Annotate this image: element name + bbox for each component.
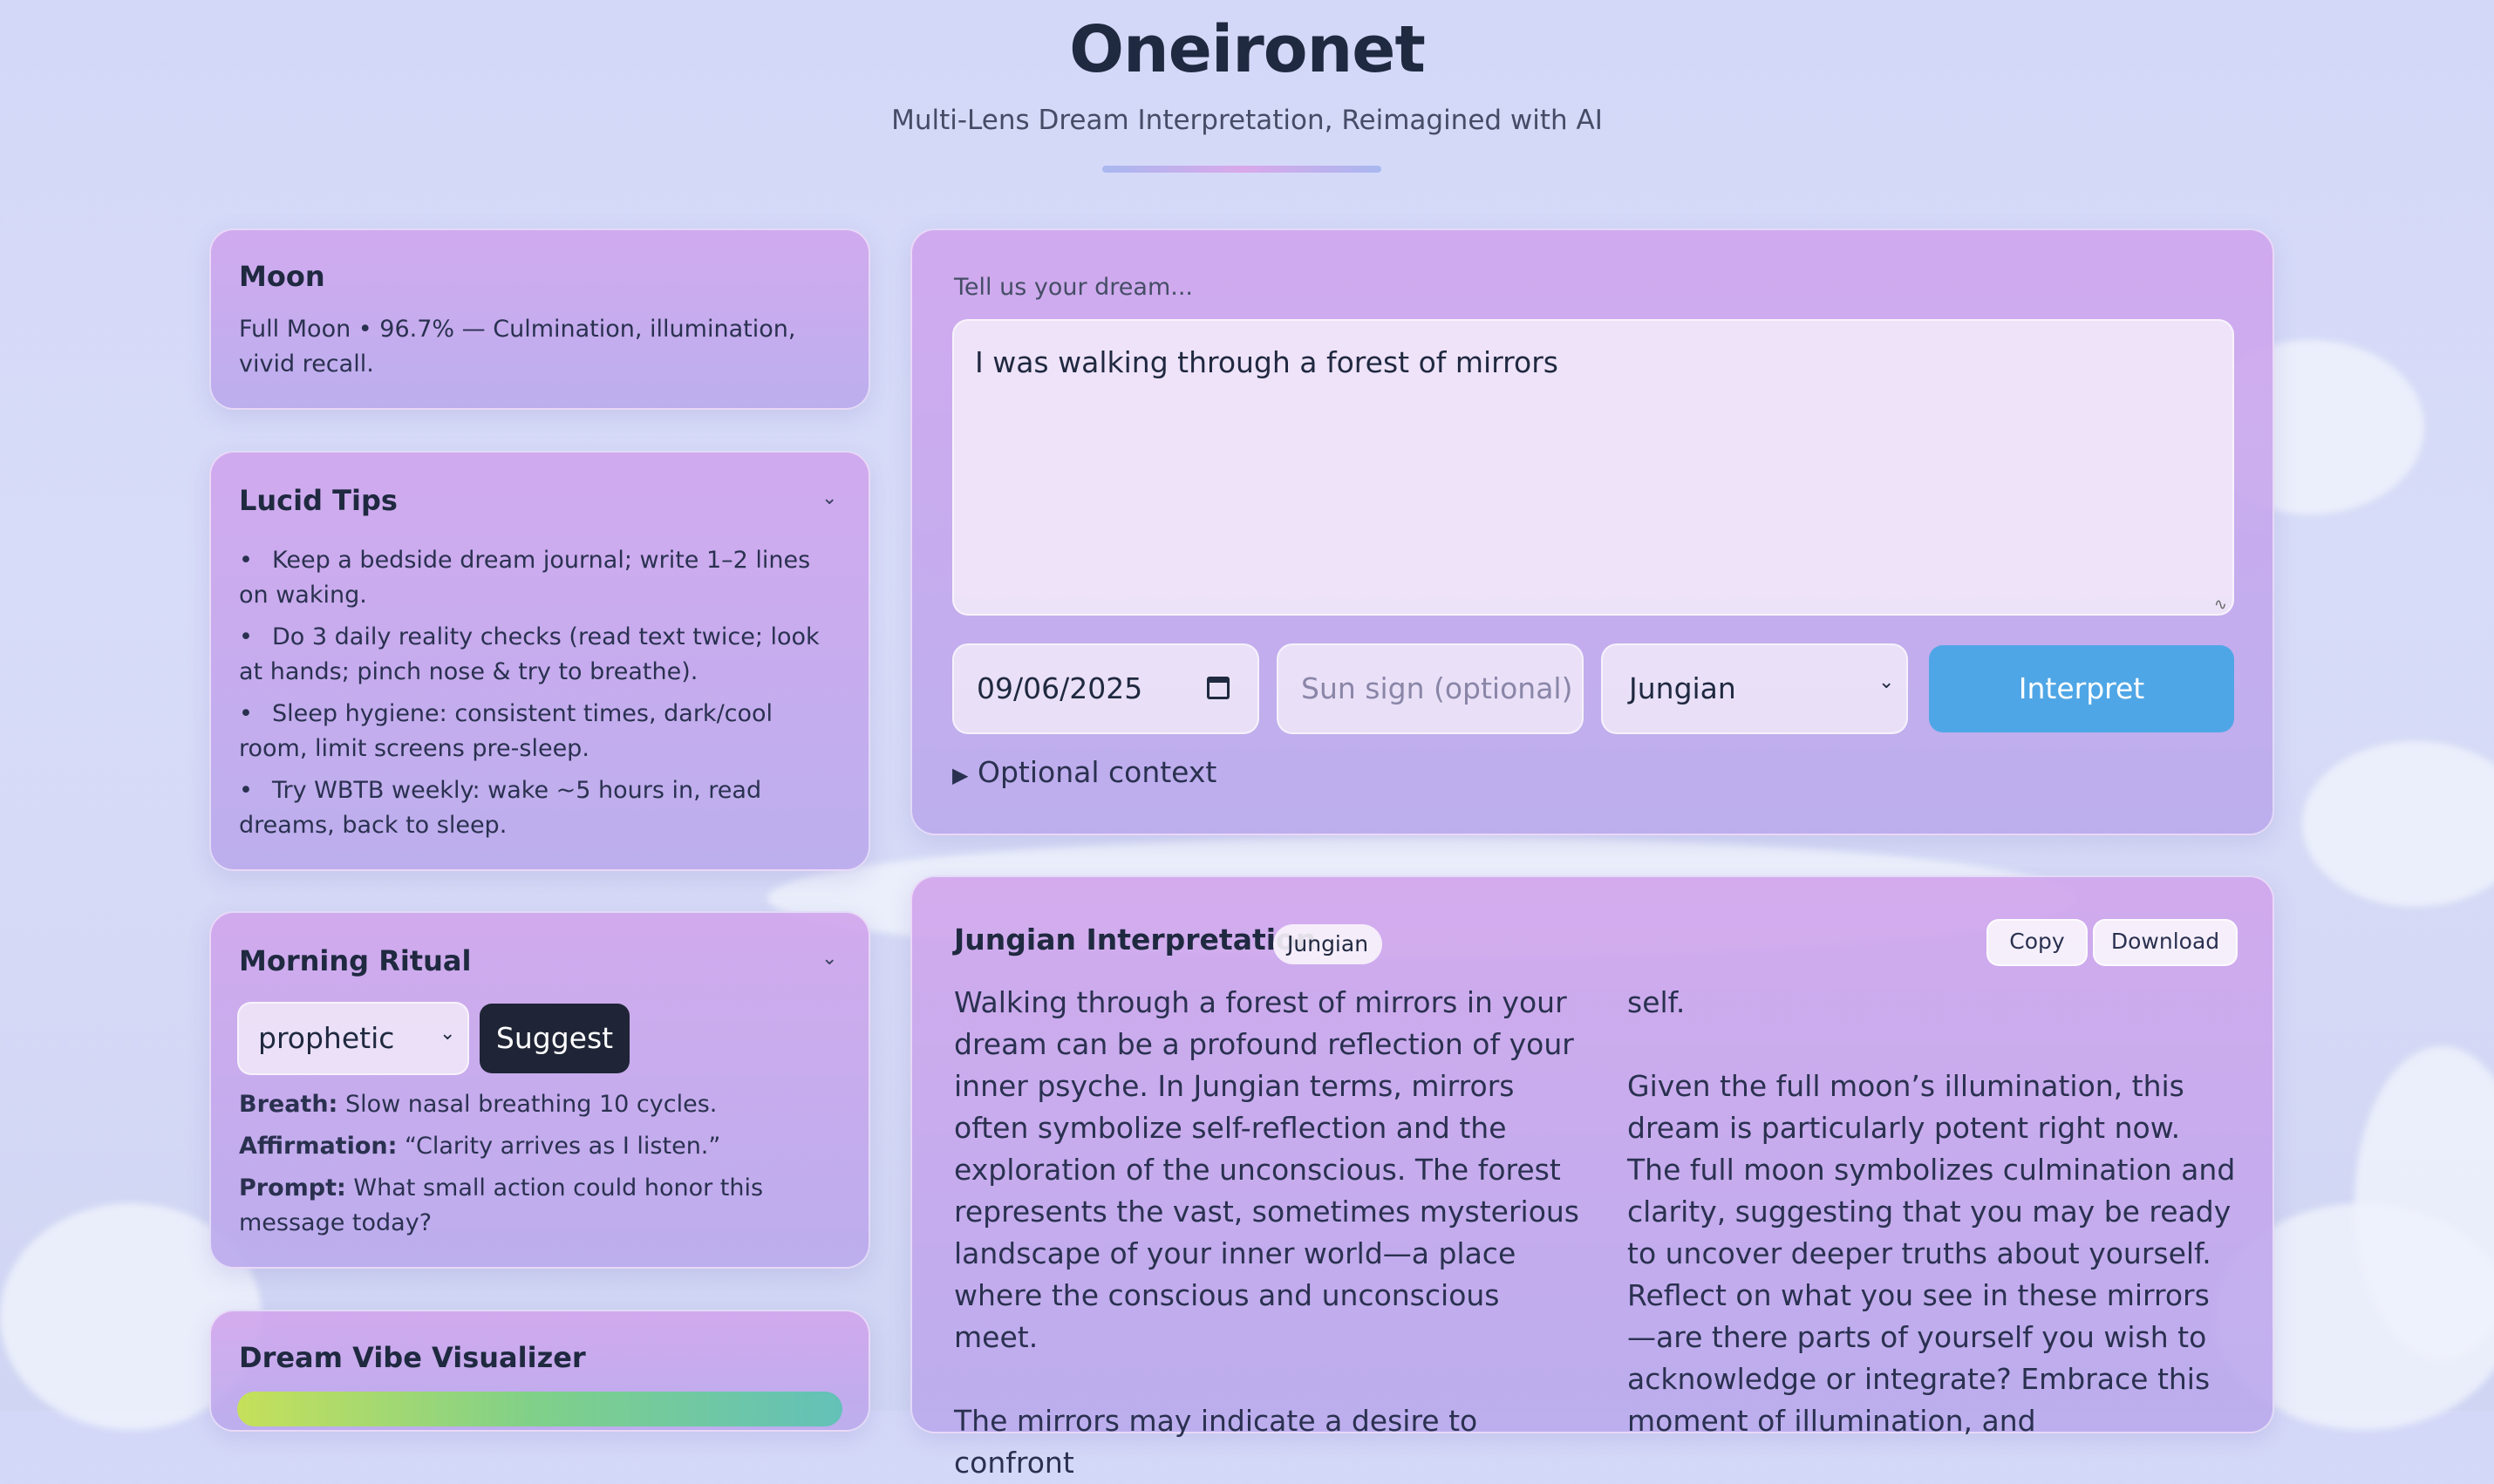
suggest-button[interactable]: Suggest <box>480 1004 630 1073</box>
list-item: • Sleep hygiene: consistent times, dark/c… <box>239 700 773 762</box>
list-item: • Do 3 daily reality checks (read text tw… <box>239 623 820 685</box>
tip-text: Keep a bedside dream journal; write 1–2 … <box>239 547 811 609</box>
interpretation-column-2: self. Given the full moon’s illumination… <box>1627 982 2238 1442</box>
breath-label: Breath: <box>239 1091 338 1118</box>
sun-sign-placeholder: Sun sign (optional) <box>1301 671 1573 705</box>
ritual-mood-value: prophetic <box>258 1021 395 1055</box>
dream-input-card: Tell us your dream... I was walking thro… <box>910 228 2274 835</box>
ritual-mood-select[interactable]: prophetic ⌄ <box>237 1002 469 1075</box>
copy-button[interactable]: Copy <box>1986 919 2088 966</box>
dream-vibe-visualizer-title: Dream Vibe Visualizer <box>239 1341 586 1374</box>
download-button[interactable]: Download <box>2093 919 2238 966</box>
tip-text: Do 3 daily reality checks (read text twi… <box>239 623 820 685</box>
app-title: Oneironet <box>1069 12 1426 87</box>
affirmation-text: “Clarity arrives as I listen.” <box>405 1133 721 1160</box>
resize-handle-icon[interactable]: ∿ <box>2214 596 2227 614</box>
lens-badge: Jungian <box>1273 924 1383 964</box>
dream-vibe-visualizer-card: Dream Vibe Visualizer <box>209 1310 870 1432</box>
ritual-affirmation: Affirmation: “Clarity arrives as I liste… <box>239 1129 849 1164</box>
dream-input-label: Tell us your dream... <box>954 274 1194 301</box>
interpretation-paragraph: Given the full moon’s illumination, this… <box>1627 1069 2236 1438</box>
moon-card: Moon Full Moon • 96.7% — Culmination, il… <box>209 228 870 410</box>
chevron-down-icon[interactable]: ⌄ <box>821 948 837 970</box>
interpret-button[interactable]: Interpret <box>1929 645 2234 732</box>
lucid-tips-title: Lucid Tips <box>239 484 398 517</box>
morning-ritual-card: Morning Ritual ⌄ prophetic ⌄ Suggest Bre… <box>209 911 870 1269</box>
tip-text: Try WBTB weekly: wake ~5 hours in, read … <box>239 777 762 839</box>
chevron-down-icon: ⌄ <box>1878 671 1895 693</box>
app-subtitle: Multi-Lens Dream Interpretation, Reimagi… <box>891 105 1603 136</box>
vibe-gradient-bar <box>237 1392 842 1426</box>
chevron-down-icon: ⌄ <box>440 1023 456 1045</box>
calendar-icon[interactable] <box>1207 677 1230 699</box>
title-underline <box>1102 166 1381 173</box>
optional-context-label: Optional context <box>977 755 1217 789</box>
list-item: • Try WBTB weekly: wake ~5 hours in, read… <box>239 777 762 839</box>
breath-text: Slow nasal breathing 10 cycles. <box>344 1091 718 1118</box>
moon-phase-text: Full Moon • 96.7% — Culmination, illumin… <box>239 316 796 378</box>
ritual-breath: Breath: Slow nasal breathing 10 cycles. <box>239 1087 849 1122</box>
affirmation-label: Affirmation: <box>239 1133 398 1160</box>
dream-textarea[interactable]: I was walking through a forest of mirror… <box>952 319 2234 616</box>
sun-sign-input[interactable]: Sun sign (optional) <box>1277 643 1584 734</box>
dream-date-input[interactable]: 09/06/2025 <box>952 643 1259 734</box>
background-cloud <box>2302 741 2494 907</box>
caret-right-icon: ▶ <box>952 763 969 787</box>
lens-value: Jungian <box>1629 671 1736 705</box>
interpretation-paragraph: The mirrors may indicate a desire to con… <box>954 1404 1478 1480</box>
chevron-down-icon[interactable]: ⌄ <box>821 487 837 509</box>
interpretation-title: Jungian Interpretation <box>954 922 1317 956</box>
lens-select[interactable]: Jungian ⌄ <box>1601 643 1908 734</box>
lucid-tips-list: • Keep a bedside dream journal; write 1–2… <box>239 543 841 850</box>
moon-title: Moon <box>239 260 325 293</box>
tip-text: Sleep hygiene: consistent times, dark/co… <box>239 700 773 762</box>
list-item: • Keep a bedside dream journal; write 1–2… <box>239 547 811 609</box>
interpretation-column-1: Walking through a forest of mirrors in y… <box>954 982 1582 1484</box>
date-value: 09/06/2025 <box>977 671 1143 705</box>
interpretation-paragraph: Walking through a forest of mirrors in y… <box>954 985 1579 1354</box>
morning-ritual-title: Morning Ritual <box>239 944 472 977</box>
optional-context-toggle[interactable]: ▶ Optional context <box>952 755 1216 789</box>
prompt-label: Prompt: <box>239 1174 346 1201</box>
interpretation-paragraph: self. <box>1627 985 1686 1019</box>
dream-text: I was walking through a forest of mirror… <box>975 345 1558 379</box>
lucid-tips-card: Lucid Tips ⌄ • Keep a bedside dream journ… <box>209 451 870 871</box>
interpretation-card: Jungian Interpretation Jungian Copy Down… <box>910 875 2274 1480</box>
ritual-prompt: Prompt: What small action could honor th… <box>239 1171 849 1241</box>
